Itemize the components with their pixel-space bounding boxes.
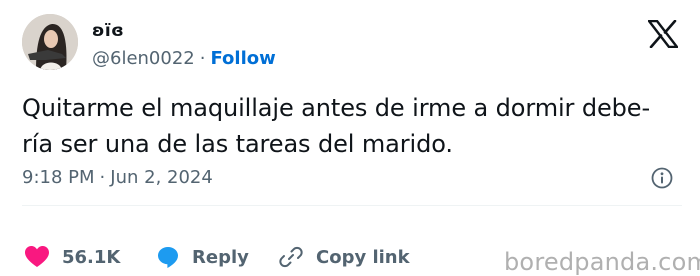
avatar[interactable] bbox=[22, 14, 78, 70]
tweet-text: Quitarme el maquillaje antes de irme a d… bbox=[22, 94, 651, 158]
watermark: boredpanda.com bbox=[504, 248, 700, 276]
avatar-photo-icon bbox=[22, 14, 78, 70]
separator-dot: · bbox=[199, 48, 206, 69]
like-button[interactable]: 56.1K bbox=[24, 243, 120, 271]
reply-label: Reply bbox=[192, 246, 249, 268]
tweet-timestamp[interactable]: 9:18 PM · Jun 2, 2024 bbox=[22, 166, 213, 190]
tweet-time: 9:18 PM bbox=[22, 167, 95, 188]
separator-dot: · bbox=[99, 167, 106, 188]
reply-bubble-icon bbox=[158, 247, 178, 268]
follow-button[interactable]: Follow bbox=[210, 48, 275, 69]
tweet-card: ʚïɞ @6len0022 · Follow Quitarme el maquill… bbox=[0, 0, 700, 276]
like-count: 56.1K bbox=[62, 246, 121, 268]
heart-icon bbox=[25, 246, 49, 267]
user-handle[interactable]: @6len0022 bbox=[92, 48, 195, 69]
handle-row: @6len0022 · Follow bbox=[92, 47, 276, 71]
divider bbox=[22, 205, 682, 206]
display-name[interactable]: ʚïɞ bbox=[92, 20, 124, 42]
reply-button[interactable]: Reply bbox=[156, 243, 249, 271]
info-icon[interactable] bbox=[651, 167, 673, 189]
tweet-date: Jun 2, 2024 bbox=[110, 167, 213, 188]
copy-link-button[interactable]: Copy link bbox=[278, 243, 410, 271]
x-logo-icon[interactable] bbox=[648, 20, 678, 48]
link-icon bbox=[279, 246, 303, 268]
copy-link-label: Copy link bbox=[316, 246, 410, 268]
